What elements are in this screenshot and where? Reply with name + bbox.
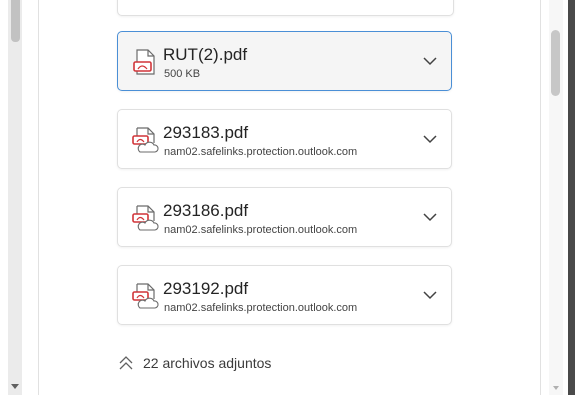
attachment-source: nam02.safelinks.protection.outlook.com	[164, 146, 358, 158]
double-chevron-up-icon	[119, 356, 133, 370]
pdf-cloud-file-icon	[132, 283, 159, 309]
left-scrollbar-track[interactable]	[8, 0, 22, 395]
left-scrollbar-thumb[interactable]	[11, 0, 20, 42]
left-scroll-down-arrow[interactable]	[11, 384, 19, 389]
attachment-size: 500 KB	[164, 68, 201, 80]
window-edge	[568, 0, 575, 395]
attachments-count-label: 22 archivos adjuntos	[143, 355, 272, 371]
chevron-down-icon[interactable]	[421, 286, 439, 304]
pdf-file-icon	[133, 49, 155, 75]
chevron-down-icon[interactable]	[421, 208, 439, 226]
attachment-card[interactable]: 293186.pdf nam02.safelinks.protection.ou…	[117, 187, 452, 247]
attachment-source: nam02.safelinks.protection.outlook.com	[164, 302, 358, 314]
attachment-name: RUT(2).pdf	[163, 45, 248, 64]
attachment-card[interactable]: RUT(2).pdf 500 KB	[117, 31, 452, 91]
pane-divider-right	[540, 0, 541, 395]
attachment-name: 293186.pdf	[163, 201, 249, 220]
pdf-cloud-file-icon	[132, 127, 159, 153]
pdf-cloud-file-icon	[132, 205, 159, 231]
chevron-down-icon[interactable]	[421, 130, 439, 148]
attachment-card[interactable]: 293183.pdf nam02.safelinks.protection.ou…	[117, 109, 452, 169]
attachment-source: nam02.safelinks.protection.outlook.com	[164, 224, 358, 236]
attachment-card-partial[interactable]	[117, 0, 454, 16]
pane-divider	[38, 0, 39, 395]
right-scroll-down-arrow[interactable]	[553, 386, 559, 390]
right-scrollbar-thumb[interactable]	[551, 30, 560, 96]
attachment-name: 293183.pdf	[163, 123, 249, 142]
attachments-collapse-toggle[interactable]: 22 archivos adjuntos	[117, 352, 271, 374]
attachment-card[interactable]: 293192.pdf nam02.safelinks.protection.ou…	[117, 265, 452, 325]
attachment-name: 293192.pdf	[163, 279, 249, 298]
chevron-down-icon[interactable]	[421, 52, 439, 70]
